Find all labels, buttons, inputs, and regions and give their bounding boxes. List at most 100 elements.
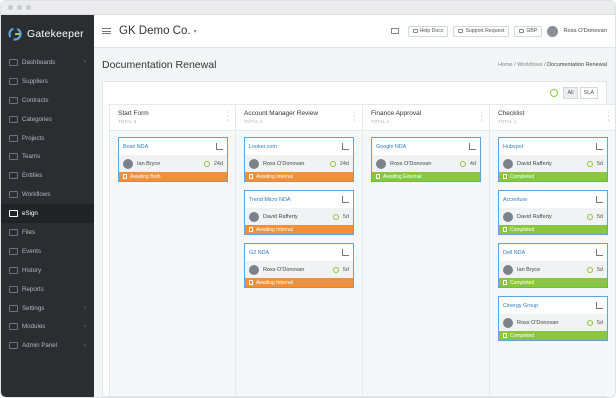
workflow-card[interactable]: Trend Micro NDA David Rafferty 5d Awaiting … (244, 190, 354, 235)
chat-icon (458, 29, 464, 33)
workflow-card[interactable]: Dell NDA Ian Bryce 5d Completed (498, 243, 608, 288)
sidebar-item-teams[interactable]: Teams (1, 147, 94, 166)
card-title[interactable]: Dell NDA (503, 250, 596, 256)
logo[interactable]: Gatekeeper (1, 15, 94, 53)
days-count: 5d (596, 213, 603, 220)
kebab-menu-icon[interactable]: · · · (481, 109, 483, 124)
sidebar-item-workflows[interactable]: Workflows (1, 185, 94, 204)
card-title[interactable]: Trend Micro NDA (249, 197, 342, 203)
status-badge: Completed (499, 331, 607, 340)
sidebar-item-label: Suppliers (22, 77, 48, 85)
sidebar-item-label: Reports (22, 285, 44, 293)
workflow-card[interactable]: Google NDA Ross O'Donovan 4d Awaiting Exter… (371, 137, 481, 182)
clock-icon (459, 160, 466, 167)
sidebar-item-reports[interactable]: Reports (1, 280, 94, 299)
document-icon (342, 249, 349, 256)
clock-icon (329, 160, 336, 167)
sidebar-item-label: Projects (22, 134, 45, 142)
workflow-card[interactable]: Hubspot David Rafferty 5d Completed (498, 137, 608, 182)
status-icon (503, 227, 507, 232)
avatar[interactable] (547, 25, 559, 37)
filter-all-button[interactable]: All (563, 87, 578, 99)
days-count: 4d (469, 160, 476, 167)
clock-filter-icon[interactable] (550, 89, 559, 97)
days-count: 5d (596, 266, 603, 273)
sidebar-item-files[interactable]: Files (1, 223, 94, 242)
workflow-card[interactable]: Cinergy Group Ross O'Donovan 5d Completed (498, 296, 608, 341)
sidebar-item-label: Modules (22, 323, 46, 331)
window-dot[interactable] (8, 5, 13, 10)
workflow-column: Account Manager Review TOTAL 1 · · · Looker.c… (236, 104, 363, 396)
document-icon (342, 196, 349, 203)
workflows-icon (9, 191, 18, 199)
breadcrumb: Home / Workflows / Documentation Renewal (497, 61, 607, 68)
column-header: Start Form TOTAL 0 · · · (110, 105, 235, 131)
card-title[interactable]: Bose NDA (123, 144, 216, 150)
status-label: Awaiting Internal (256, 279, 293, 286)
card-title[interactable]: Google NDA (376, 144, 469, 150)
card-title[interactable]: Hubspot (503, 144, 596, 150)
sidebar-item-entities[interactable]: Entities (1, 166, 94, 185)
breadcrumb-workflows[interactable]: Workflows (517, 62, 542, 68)
column-title: Finance Approval (371, 110, 422, 117)
sidebar-item-contracts[interactable]: Contracts (1, 91, 94, 110)
events-icon (9, 247, 18, 255)
sidebar-item-label: Admin Panel (22, 342, 58, 350)
status-badge: Awaiting Internal (245, 278, 353, 287)
sidebar-item-esign[interactable]: eSign (1, 204, 94, 224)
workflow-card[interactable]: Accenture David Rafferty 5d Completed (498, 190, 608, 235)
card-title[interactable]: Accenture (503, 197, 596, 203)
sidebar-nav: Dashboards › Suppliers Contracts Categories P… (1, 53, 94, 355)
help-docs-button[interactable]: Help Docs (407, 25, 449, 37)
sidebar-item-suppliers[interactable]: Suppliers (1, 72, 94, 91)
sidebar-item-settings[interactable]: Settings › (1, 299, 94, 318)
workflow-card[interactable]: Bose NDA Ian Bryce 24d Awaiting Both (118, 137, 228, 182)
card-title[interactable]: Looker.com (249, 144, 342, 150)
workflow-card[interactable]: Looker.com Ross O'Donovan 24d Awaiting Inte… (244, 137, 354, 182)
support-request-button[interactable]: Support Request (453, 25, 510, 37)
menu-icon[interactable] (102, 28, 111, 34)
window-dot[interactable] (17, 5, 22, 10)
clock-icon (332, 213, 339, 220)
avatar (123, 158, 133, 169)
sidebar-item-modules[interactable]: Modules › (1, 317, 94, 336)
card-title[interactable]: Cinergy Group (503, 303, 596, 309)
avatar (503, 264, 513, 275)
sidebar-item-projects[interactable]: Projects (1, 129, 94, 148)
mail-icon[interactable] (390, 28, 399, 34)
status-icon (249, 174, 253, 179)
sidebar-item-categories[interactable]: Categories (1, 110, 94, 129)
clock-icon (586, 319, 593, 326)
modules-icon (9, 323, 18, 331)
kebab-menu-icon[interactable]: · · · (227, 109, 229, 124)
chevron-down-icon[interactable]: ▾ (194, 28, 197, 35)
document-icon (596, 302, 603, 309)
company-switcher[interactable]: GK Demo Co. (119, 25, 191, 37)
gatekeeper-logo-icon (8, 27, 22, 41)
sidebar-item-label: Events (22, 247, 41, 255)
currency-icon (519, 29, 525, 33)
kebab-menu-icon[interactable]: · · · (608, 109, 610, 124)
book-icon (412, 29, 418, 33)
avatar (503, 211, 513, 222)
user-name[interactable]: Ross O'Donovan (563, 28, 607, 34)
currency-button[interactable]: GBP (514, 25, 543, 37)
sidebar-item-history[interactable]: History (1, 261, 94, 280)
avatar (249, 158, 259, 169)
workflow-card[interactable]: G2 NDA Ross O'Donovan 5d Awaiting Internal (244, 243, 354, 288)
sidebar-item-dashboards[interactable]: Dashboards › (1, 53, 94, 72)
assignee-name: Ross O'Donovan (517, 319, 559, 326)
sidebar-item-admin-panel[interactable]: Admin Panel › (1, 336, 94, 355)
sidebar-item-label: Entities (22, 172, 43, 180)
sidebar-item-events[interactable]: Events (1, 242, 94, 261)
status-label: Completed (510, 279, 535, 286)
sidebar-item-label: Dashboards (22, 58, 56, 66)
clock-icon (203, 160, 210, 167)
window-dot[interactable] (26, 5, 31, 10)
column-header: Checklist TOTAL 1 · · · (490, 105, 615, 131)
kebab-menu-icon[interactable]: · · · (354, 109, 356, 124)
app-window: Gatekeeper Dashboards › Suppliers Contracts… (0, 0, 616, 398)
card-title[interactable]: G2 NDA (249, 250, 342, 256)
filter-sla-button[interactable]: SLA (579, 87, 598, 99)
breadcrumb-home[interactable]: Home (498, 62, 513, 68)
